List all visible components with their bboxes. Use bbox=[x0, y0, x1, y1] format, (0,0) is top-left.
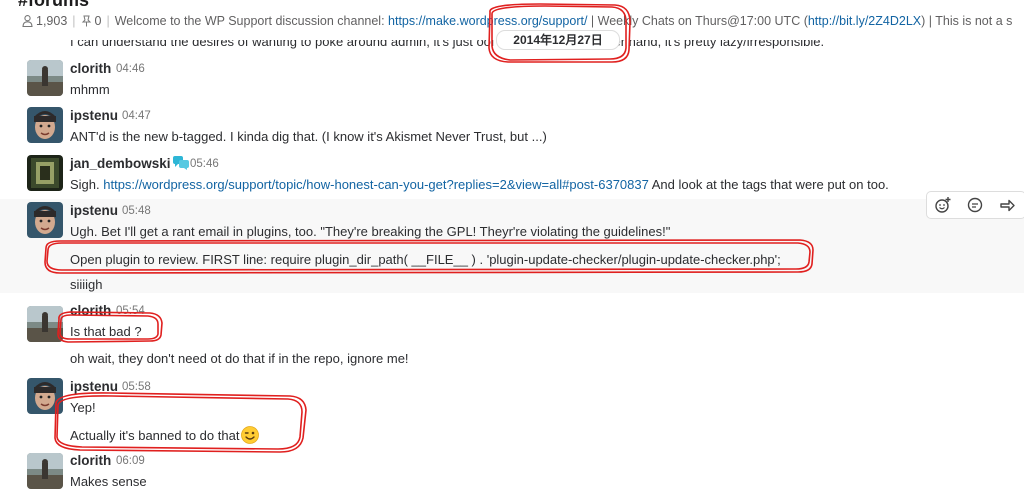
message-text-suffix: And look at the tags that were put on to… bbox=[648, 177, 889, 192]
topic-text: Welcome to the WP Support discussion cha… bbox=[114, 14, 389, 28]
message-text: Actually it's banned to do that bbox=[70, 426, 260, 447]
channel-meta: 1,903 | 0 | Welcome to the WP Support di… bbox=[22, 14, 1012, 28]
channel-name[interactable]: #forums bbox=[18, 0, 89, 11]
message-text: Open plugin to review. FIRST line: requi… bbox=[70, 252, 781, 267]
message-timestamp[interactable]: 05:48 bbox=[122, 205, 151, 217]
message-timestamp[interactable]: 06:09 bbox=[116, 455, 145, 467]
avatar[interactable] bbox=[27, 60, 63, 96]
avatar[interactable] bbox=[27, 107, 63, 143]
date-divider[interactable]: 2014年12月27日 bbox=[496, 30, 620, 50]
message-text: Makes sense bbox=[70, 474, 147, 489]
message-author[interactable]: clorith bbox=[70, 453, 111, 468]
message-text: siiiigh bbox=[70, 277, 103, 292]
topic-text: | Weekly Chats on Thurs@17:00 UTC ( bbox=[587, 14, 808, 28]
avatar[interactable] bbox=[27, 453, 63, 489]
reply-thread-icon[interactable] bbox=[959, 192, 991, 218]
message-text: Sigh. https://wordpress.org/support/topi… bbox=[70, 177, 889, 192]
message-author[interactable]: clorith bbox=[70, 303, 111, 318]
topic-link[interactable]: https://make.wordpress.org/support/ bbox=[388, 14, 587, 28]
message-text: Ugh. Bet I'll get a rant email in plugin… bbox=[70, 224, 671, 239]
message-author[interactable]: ipstenu bbox=[70, 203, 118, 218]
message-link[interactable]: https://wordpress.org/support/topic/how-… bbox=[103, 177, 649, 192]
message-timestamp[interactable]: 04:46 bbox=[116, 63, 145, 75]
topic-text: ) | This is not a s bbox=[921, 14, 1013, 28]
topic-link[interactable]: http://bit.ly/2Z4D2LX bbox=[808, 14, 921, 28]
message-timestamp[interactable]: 04:47 bbox=[122, 110, 151, 122]
meta-separator: | bbox=[72, 14, 76, 28]
author-name: jan_dembowski bbox=[70, 156, 171, 171]
chat-bubbles-icon bbox=[172, 156, 189, 173]
message-text-body: Actually it's banned to do that bbox=[70, 428, 240, 443]
message-actions bbox=[926, 191, 1024, 219]
avatar[interactable] bbox=[27, 155, 63, 191]
meta-separator: | bbox=[106, 14, 110, 28]
message-hover-background bbox=[0, 199, 1024, 293]
wink-emoji-icon bbox=[241, 426, 260, 447]
add-reaction-icon[interactable] bbox=[927, 192, 959, 218]
avatar[interactable] bbox=[27, 378, 63, 414]
person-icon bbox=[22, 14, 36, 28]
message-timestamp[interactable]: 05:54 bbox=[116, 305, 145, 317]
share-arrow-icon[interactable] bbox=[991, 192, 1023, 218]
message-text: Yep! bbox=[70, 400, 96, 415]
message-author[interactable]: ipstenu bbox=[70, 108, 118, 123]
avatar[interactable] bbox=[27, 306, 63, 342]
pinned-count[interactable]: 0 bbox=[95, 14, 102, 28]
avatar[interactable] bbox=[27, 202, 63, 238]
pin-icon bbox=[81, 14, 95, 28]
message-list: I can understand the desires of wanting … bbox=[0, 0, 1024, 497]
message-author[interactable]: ipstenu bbox=[70, 379, 118, 394]
channel-topic: Welcome to the WP Support discussion cha… bbox=[115, 14, 1013, 28]
message-author[interactable]: clorith bbox=[70, 61, 111, 76]
message-text-prefix: Sigh. bbox=[70, 177, 104, 192]
message-text: ANT'd is the new b-tagged. I kinda dig t… bbox=[70, 129, 547, 144]
message-text: oh wait, they don't need ot do that if i… bbox=[70, 351, 409, 366]
member-count[interactable]: 1,903 bbox=[36, 14, 67, 28]
message-timestamp[interactable]: 05:46 bbox=[190, 158, 219, 170]
message-text: Is that bad ? bbox=[70, 324, 142, 339]
message-author[interactable]: jan_dembowski bbox=[70, 156, 189, 173]
message-timestamp[interactable]: 05:58 bbox=[122, 381, 151, 393]
message-text: mhmm bbox=[70, 82, 110, 97]
